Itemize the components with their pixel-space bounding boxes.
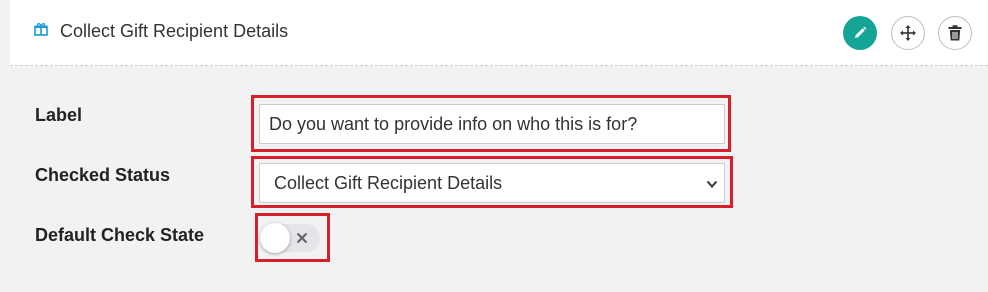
label-input[interactable]: [259, 104, 725, 144]
field-header: Collect Gift Recipient Details: [10, 0, 988, 66]
toggle-knob: [260, 223, 290, 253]
pencil-icon: [855, 26, 867, 38]
move-arrows-icon: [900, 25, 916, 41]
default-check-state-label: Default Check State: [35, 225, 205, 245]
move-button[interactable]: [891, 16, 925, 50]
label-field-label: Label: [35, 105, 83, 125]
gift-icon: [34, 22, 48, 36]
checked-status-label: Checked Status: [35, 165, 171, 185]
chevron-down-icon: [706, 180, 718, 188]
close-icon: [296, 232, 308, 244]
default-check-state-toggle[interactable]: [260, 223, 320, 253]
checked-status-select[interactable]: Collect Gift Recipient Details: [259, 163, 725, 203]
field-title: Collect Gift Recipient Details: [60, 21, 289, 41]
trash-icon: [948, 25, 962, 41]
edit-button[interactable]: [843, 16, 877, 50]
delete-button[interactable]: [938, 16, 972, 50]
checked-status-value: Collect Gift Recipient Details: [274, 173, 503, 193]
